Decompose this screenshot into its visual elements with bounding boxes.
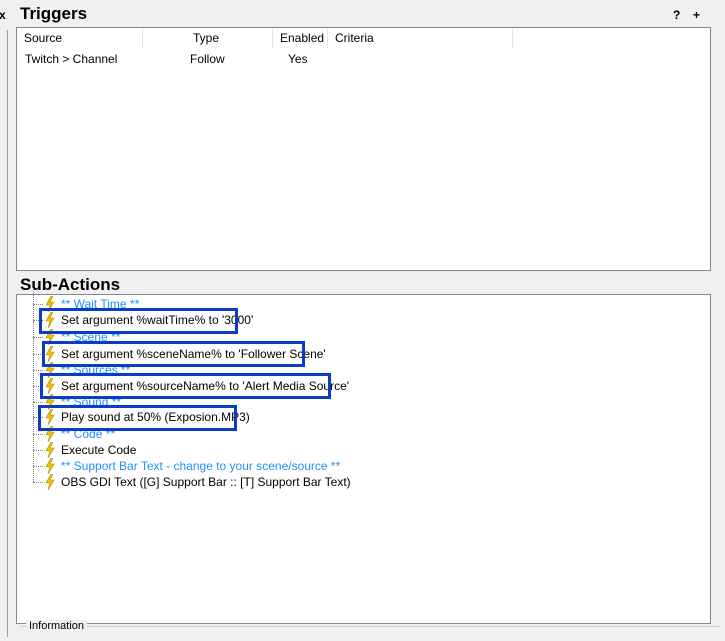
table-row[interactable]: Twitch > Channel Follow Yes [17,51,710,67]
subaction-label: Set argument %waitTime% to '3000' [61,313,254,327]
tree-connector [33,338,34,354]
tree-connector [33,450,34,466]
subaction-label: Execute Code [61,443,137,457]
tree-connector [33,482,43,483]
tree-connector [33,386,34,402]
subaction-label: Play sound at 50% (Exposion.MP3) [61,410,250,424]
comment-label: ** Code ** [61,427,116,441]
information-label: Information [26,620,88,632]
tree-connector [33,466,43,467]
tree-connector [33,304,34,320]
subactions-tree[interactable]: ** Wait Time ** Set argument %waitTime% t… [16,288,711,624]
lightning-bolt-icon [45,362,55,378]
list-item[interactable]: ** Support Bar Text - change to your sce… [17,450,707,474]
tree-connector [33,401,34,417]
list-item[interactable]: ** Code ** [17,418,707,442]
column-header-type[interactable]: Type [143,28,273,48]
trigger-type: Follow [190,52,225,66]
column-header-source[interactable]: Source [17,28,143,48]
help-button[interactable]: ? [673,8,680,22]
lightning-bolt-icon [45,329,55,345]
comment-label: ** Sources ** [61,363,131,377]
lightning-bolt-icon [45,312,55,328]
tree-connector [33,434,43,435]
lightning-bolt-icon [45,378,55,394]
tree-connector [33,466,34,482]
tree-connector [33,434,34,450]
subactions-title: Sub-Actions [20,275,121,294]
tree-connector [33,450,43,451]
lightning-bolt-icon [45,296,55,312]
column-header-enabled[interactable]: Enabled [273,28,328,48]
tree-connector [33,417,43,418]
lightning-bolt-icon [45,474,55,490]
comment-label: ** Scene ** [61,330,121,344]
lightning-bolt-icon [45,442,55,458]
list-item[interactable]: ** Wait Time ** [17,288,707,312]
tree-connector [33,354,34,370]
tree-connector [33,386,43,387]
tree-connector [33,402,43,403]
column-header-criteria[interactable]: Criteria [328,28,513,48]
lightning-bolt-icon [45,458,55,474]
list-item[interactable]: Set argument %sourceName% to 'Alert Medi… [17,370,707,394]
comment-label: ** Sound ** [61,395,122,409]
tree-connector [33,321,34,337]
information-group: Information [20,620,720,641]
tree-connector [33,320,43,321]
comment-label: ** Support Bar Text - change to your sce… [61,459,341,473]
trigger-source: Twitch > Channel [25,52,118,66]
list-item[interactable]: Play sound at 50% (Exposion.MP3) [17,401,707,425]
list-item[interactable]: ** Scene ** [17,321,707,345]
tree-connector [33,418,34,434]
lightning-bolt-icon [45,394,55,410]
subaction-label: Set argument %sourceName% to 'Alert Medi… [61,379,350,393]
divider [7,30,8,637]
list-item[interactable]: Execute Code [17,434,707,458]
tree-connector [33,370,34,386]
left-panel-edge: x [0,0,12,637]
list-item[interactable]: Set argument %sceneName% to 'Follower Sc… [17,338,707,362]
lightning-bolt-icon [45,426,55,442]
add-trigger-button[interactable]: + [693,8,700,22]
list-item[interactable]: Set argument %waitTime% to '3000' [17,304,707,328]
tree-connector [33,288,34,304]
comment-label: ** Wait Time ** [61,297,140,311]
list-item[interactable]: ** Sound ** [17,386,707,410]
close-icon[interactable]: x [0,8,6,22]
triggers-list[interactable]: Source Type Enabled Criteria Twitch > Ch… [16,27,711,271]
subaction-label: OBS GDI Text ([G] Support Bar :: [T] Sup… [61,475,351,489]
triggers-title: Triggers [20,4,88,23]
tree-connector [33,370,43,371]
subaction-label: Set argument %sceneName% to 'Follower Sc… [61,347,326,361]
lightning-bolt-icon [45,346,55,362]
trigger-enabled: Yes [288,52,308,66]
list-item[interactable]: ** Sources ** [17,354,707,378]
tree-connector [33,304,43,305]
list-item[interactable]: OBS GDI Text ([G] Support Bar :: [T] Sup… [17,466,707,490]
tree-connector [33,354,43,355]
tree-connector [33,337,43,338]
lightning-bolt-icon [45,409,55,425]
